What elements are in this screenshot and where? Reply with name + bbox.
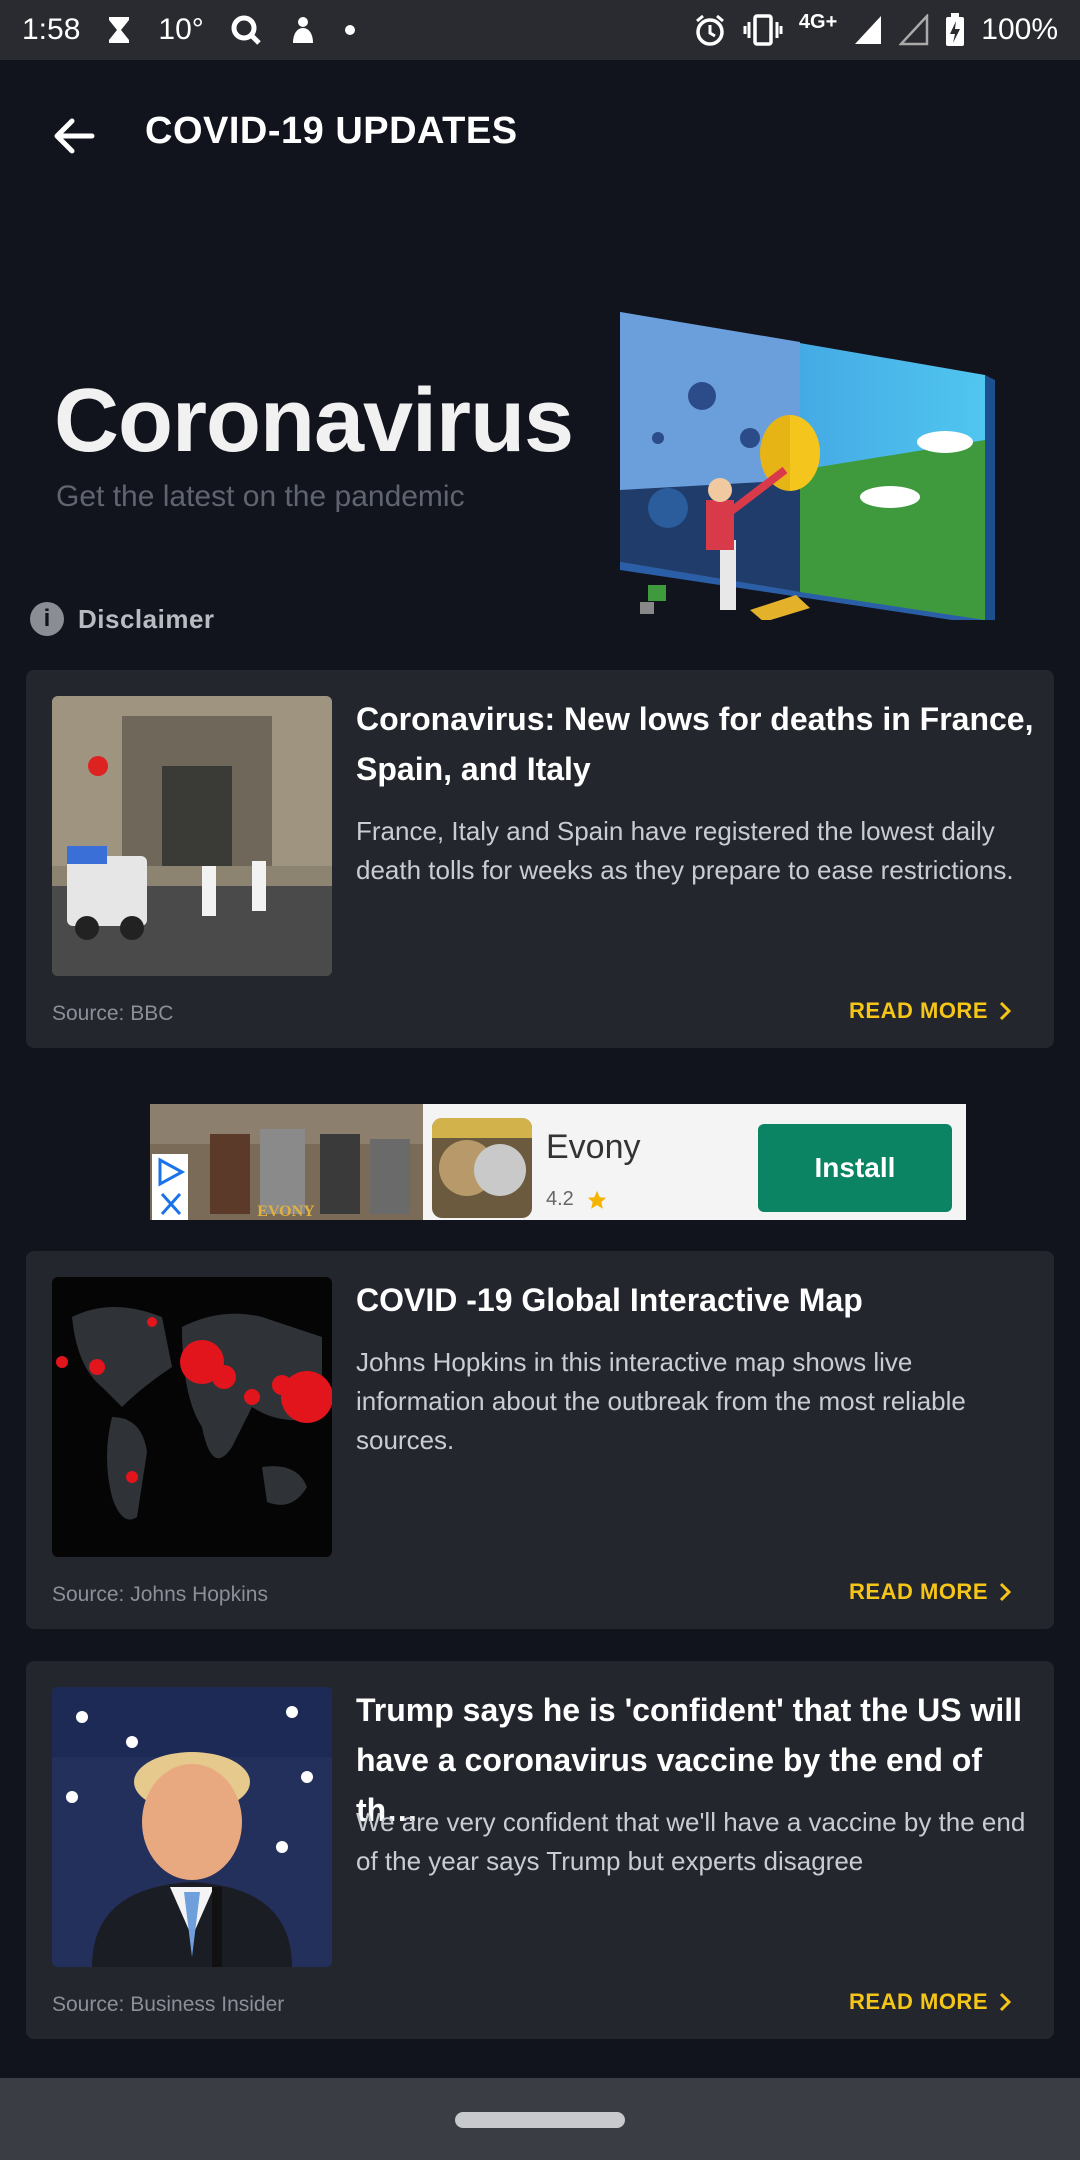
- hero-section: Coronavirus Get the latest on the pandem…: [0, 200, 1080, 620]
- ad-app-icon: [432, 1118, 532, 1218]
- hero-title: Coronavirus: [54, 371, 574, 471]
- search-icon: [230, 14, 262, 46]
- ad-rating: 4.2: [546, 1188, 608, 1211]
- ad-banner-image: EVONY: [150, 1104, 423, 1220]
- article-image-map: [52, 1277, 332, 1557]
- article-description: We are very confident that we'll have a …: [356, 1807, 1026, 1876]
- system-nav-bar: [0, 2078, 1080, 2160]
- alarm-icon: [693, 13, 727, 47]
- chevron-right-icon: [999, 1582, 1012, 1602]
- ad-choices-button[interactable]: [152, 1154, 188, 1220]
- ad-banner-logo: EVONY: [257, 1203, 315, 1220]
- back-button[interactable]: [44, 106, 104, 166]
- disclaimer-label: Disclaimer: [78, 603, 215, 634]
- hero-illustration: [620, 312, 995, 620]
- home-gesture-pill[interactable]: [455, 2112, 625, 2128]
- vibrate-icon: [743, 13, 783, 47]
- hero-subtitle: Get the latest on the pandemic: [56, 480, 465, 513]
- arrow-left-icon: [54, 118, 95, 154]
- ad-app-name: Evony: [546, 1128, 641, 1166]
- ad-banner[interactable]: EVONY Evony 4.2 Install: [150, 1104, 966, 1220]
- article-image-street: [52, 696, 332, 976]
- chevron-right-icon: [999, 1001, 1012, 1021]
- article-title[interactable]: COVID -19 Global Interactive Map: [356, 1275, 1046, 1325]
- status-temperature: 10°: [158, 13, 204, 46]
- article-source: Source: BBC: [52, 1002, 174, 1025]
- read-more-button[interactable]: READ MORE: [849, 1579, 1012, 1605]
- hourglass-icon: [106, 15, 132, 45]
- network-type: 4G+: [798, 10, 838, 33]
- article-description: France, Italy and Spain have registered …: [356, 816, 1014, 885]
- app-icon: [288, 15, 318, 45]
- signal-empty-icon: [899, 14, 929, 46]
- battery-level: 100%: [981, 13, 1058, 46]
- read-more-label: READ MORE: [849, 998, 988, 1023]
- app-bar: COVID-19 UPDATES: [0, 60, 1080, 200]
- dot-icon: [344, 24, 356, 36]
- ad-choices-icon: [158, 1157, 186, 1216]
- page-title: COVID-19 UPDATES: [145, 110, 518, 152]
- read-more-button[interactable]: READ MORE: [849, 998, 1012, 1024]
- install-button[interactable]: Install: [758, 1124, 952, 1212]
- article-description: Johns Hopkins in this interactive map sh…: [356, 1347, 966, 1455]
- article-card[interactable]: COVID -19 Global Interactive Map Johns H…: [26, 1251, 1054, 1629]
- read-more-button[interactable]: READ MORE: [849, 1989, 1012, 2015]
- star-icon: [587, 1190, 606, 1209]
- article-source: Source: Johns Hopkins: [52, 1583, 268, 1606]
- article-card[interactable]: Trump says he is 'confident' that the US…: [26, 1661, 1054, 2039]
- article-image-portrait: [52, 1687, 332, 1967]
- disclaimer-link[interactable]: i Disclaimer: [30, 602, 215, 636]
- article-card[interactable]: Coronavirus: New lows for deaths in Fran…: [26, 670, 1054, 1048]
- article-source: Source: Business Insider: [52, 1993, 285, 2016]
- status-time: 1:58: [22, 13, 81, 46]
- read-more-label: READ MORE: [849, 1989, 988, 2014]
- signal-icon: [853, 14, 883, 46]
- article-title[interactable]: Coronavirus: New lows for deaths in Fran…: [356, 694, 1046, 794]
- read-more-label: READ MORE: [849, 1579, 988, 1604]
- chevron-right-icon: [999, 1992, 1012, 2012]
- info-icon: i: [30, 602, 64, 636]
- battery-charging-icon: [945, 13, 965, 47]
- status-bar: 1:58 10° 4G+ 100%: [0, 0, 1080, 60]
- ad-rating-value: 4.2: [546, 1188, 574, 1210]
